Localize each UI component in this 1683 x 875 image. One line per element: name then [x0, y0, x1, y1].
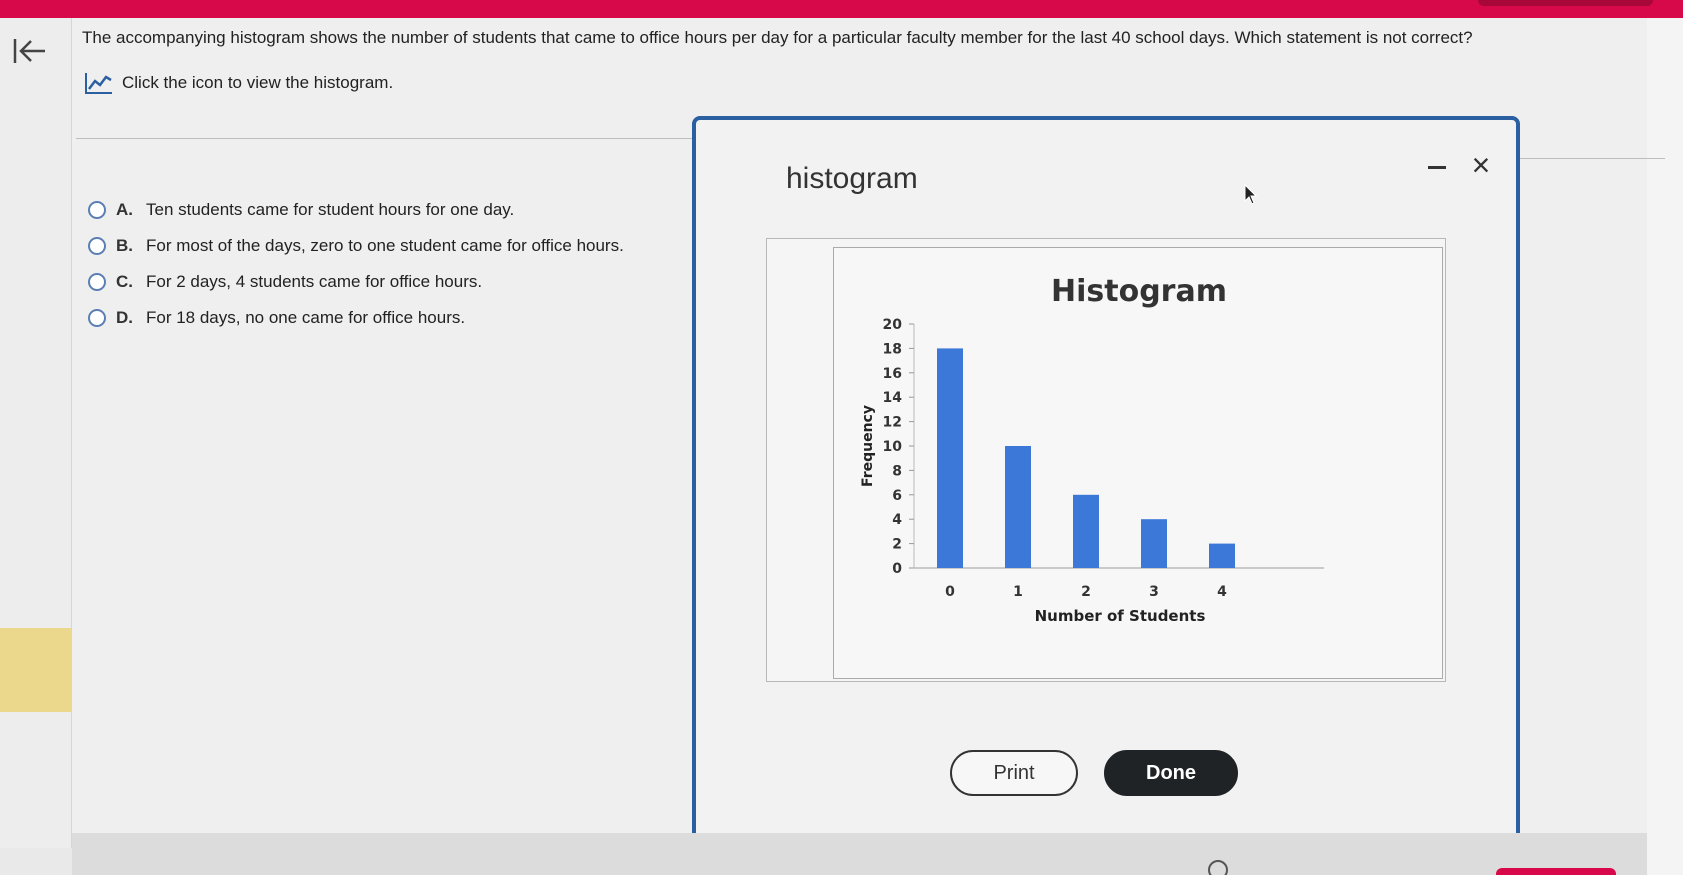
y-tick-label: 10	[883, 439, 903, 455]
option-c[interactable]: C. For 2 days, 4 students came for offic…	[88, 264, 624, 300]
x-tick-label: 2	[1081, 584, 1091, 600]
answer-options: A. Ten students came for student hours f…	[88, 192, 624, 336]
radio-button[interactable]	[88, 237, 106, 255]
bottom-accent	[1496, 868, 1616, 875]
dialog-title: histogram	[786, 162, 918, 195]
option-b[interactable]: B. For most of the days, zero to one stu…	[88, 228, 624, 264]
bar-4	[1209, 543, 1235, 568]
done-button[interactable]: Done	[1104, 750, 1238, 796]
y-tick-label: 12	[883, 415, 902, 431]
option-text[interactable]: Ten students came for student hours for …	[146, 200, 514, 220]
x-tick-label: 1	[1013, 584, 1023, 600]
radio-button[interactable]	[88, 309, 106, 327]
option-letter: A.	[116, 200, 133, 219]
timer-icon	[1208, 860, 1228, 875]
bar-0	[937, 348, 963, 568]
x-tick-label: 3	[1149, 584, 1159, 600]
divider	[76, 138, 696, 139]
y-tick-label: 18	[883, 341, 902, 357]
y-tick-label: 6	[892, 488, 902, 504]
option-letter: D.	[116, 308, 133, 327]
radio-button[interactable]	[88, 273, 106, 291]
chart-frame: Histogram 0 2 4 6 8 10 12 14 16 18 20 0 1 2 3 4 Number o…	[766, 238, 1446, 682]
top-pill	[1478, 0, 1653, 6]
x-tick-label: 0	[945, 584, 955, 600]
top-accent-bar	[0, 0, 1683, 18]
y-tick-label: 8	[892, 463, 902, 479]
histogram-chart: 024681012141618200 1 2 3 4Number of Students…	[860, 317, 1324, 625]
option-text[interactable]: For most of the days, zero to one studen…	[146, 236, 624, 256]
option-letter: B.	[116, 236, 133, 255]
y-tick-label: 0	[892, 561, 902, 577]
x-axis-label: Number of Students	[1035, 607, 1206, 625]
print-button[interactable]: Print	[950, 750, 1078, 796]
mouse-cursor-icon	[1244, 184, 1258, 205]
back-arrow-icon[interactable]	[12, 36, 48, 66]
histogram-dialog: histogram × Histogram 0 2 4 6 8 10 12 14 16 18 20 0…	[692, 116, 1520, 842]
y-tick-label: 2	[892, 537, 902, 553]
y-tick-label: 16	[883, 366, 902, 382]
right-edge-strip	[1647, 18, 1683, 875]
chart-panel: Histogram 0 2 4 6 8 10 12 14 16 18 20 0 1 2 3 4 Number o…	[833, 247, 1443, 679]
option-text[interactable]: For 2 days, 4 students came for office h…	[146, 272, 482, 292]
view-histogram-link[interactable]: Click the icon to view the histogram.	[84, 70, 393, 96]
x-tick-label: 4	[1217, 584, 1227, 600]
bar-2	[1073, 494, 1099, 568]
bar-1	[1005, 446, 1031, 568]
y-tick-label: 20	[883, 317, 903, 333]
y-axis-label: Frequency	[860, 405, 876, 487]
y-tick-label: 14	[883, 390, 903, 406]
progress-marker	[0, 628, 72, 712]
view-histogram-label[interactable]: Click the icon to view the histogram.	[122, 73, 393, 93]
question-text: The accompanying histogram shows the num…	[82, 28, 1473, 47]
radio-button[interactable]	[88, 201, 106, 219]
y-tick-label: 4	[892, 512, 902, 528]
left-rail	[0, 18, 72, 848]
line-chart-icon[interactable]	[84, 71, 114, 95]
minimize-icon[interactable]	[1426, 156, 1448, 178]
option-d[interactable]: D. For 18 days, no one came for office h…	[88, 300, 624, 336]
option-letter: C.	[116, 272, 133, 291]
bar-3	[1141, 519, 1167, 568]
divider	[1520, 158, 1665, 159]
option-text[interactable]: For 18 days, no one came for office hour…	[146, 308, 465, 328]
close-icon[interactable]: ×	[1466, 149, 1496, 181]
option-a[interactable]: A. Ten students came for student hours f…	[88, 192, 624, 228]
bottom-bar	[72, 833, 1647, 875]
